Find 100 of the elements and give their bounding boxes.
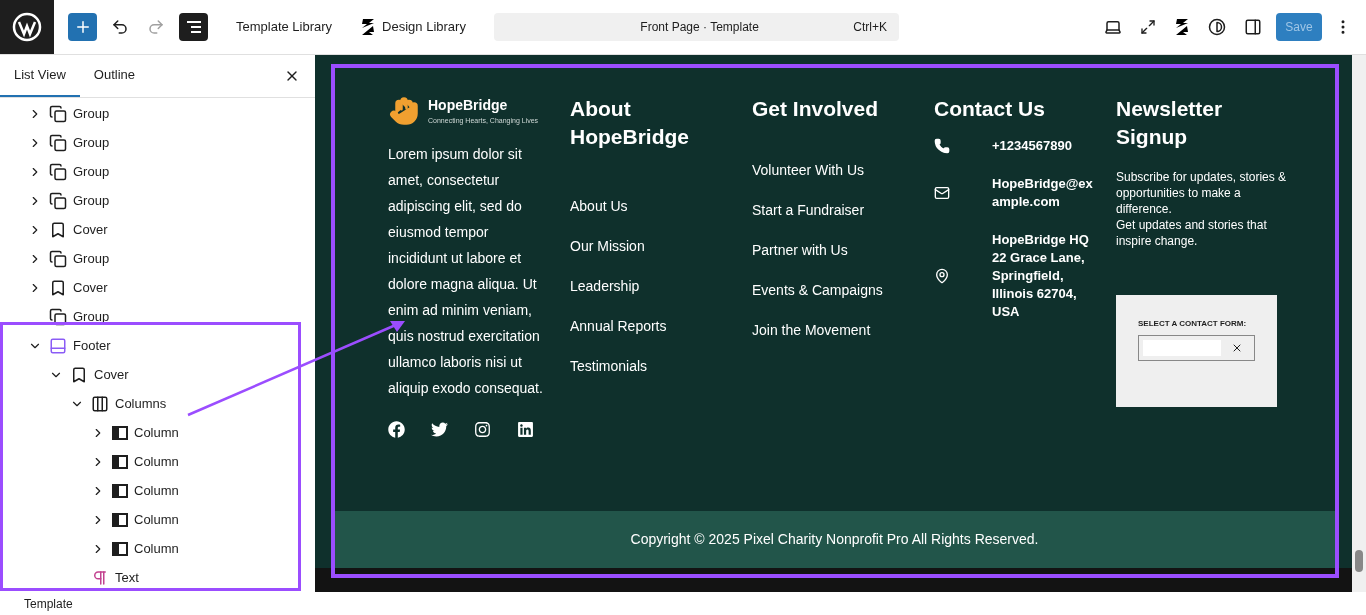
- list-view-item[interactable]: Column: [19, 447, 315, 476]
- footer-link[interactable]: Volunteer With Us: [752, 160, 934, 181]
- footer-link[interactable]: Testimonials: [570, 356, 752, 377]
- block-label: Column: [134, 452, 179, 471]
- map-pin-icon: [934, 268, 950, 284]
- contact-text: +1234567890: [992, 137, 1073, 155]
- clear-icon[interactable]: [1231, 342, 1243, 354]
- cover-block-icon: [49, 278, 67, 297]
- cover-block-icon: [70, 365, 88, 384]
- group-block-icon: [49, 191, 67, 210]
- column-block-icon: [112, 483, 128, 498]
- column-block-icon: [112, 425, 128, 440]
- brand-name: HopeBridge: [428, 96, 509, 115]
- block-label: Cover: [73, 220, 108, 239]
- form-select-field[interactable]: [1138, 335, 1255, 361]
- spectra-icon: [1174, 18, 1190, 36]
- group-block-icon: [49, 162, 67, 181]
- device-preview-icon[interactable]: [1104, 18, 1122, 36]
- list-view-item[interactable]: Columns: [19, 389, 315, 418]
- list-view-item[interactable]: Column: [19, 534, 315, 563]
- list-view-item[interactable]: Group: [19, 186, 315, 215]
- footer-link[interactable]: Leadership: [570, 276, 752, 297]
- block-label: Group: [73, 162, 110, 181]
- group-block-icon: [49, 104, 67, 123]
- block-label: Group: [73, 191, 110, 210]
- newsletter-text: Get updates and stories that inspire change.: [1116, 217, 1268, 249]
- footer-block-icon: [49, 336, 67, 355]
- group-block-icon: [49, 249, 67, 268]
- list-view-item[interactable]: Column: [19, 476, 315, 505]
- redo-icon[interactable]: [147, 18, 165, 36]
- block-label: Column: [134, 423, 179, 442]
- toolbar-link[interactable]: Design Library: [382, 17, 466, 37]
- list-view-item[interactable]: Text: [19, 563, 315, 592]
- list-view-item[interactable]: Group: [19, 157, 315, 186]
- column-block-icon: [112, 454, 128, 469]
- instagram-icon[interactable]: [474, 420, 491, 438]
- footer-link[interactable]: Start a Fundraiser: [752, 200, 934, 221]
- scrollbar[interactable]: [1352, 55, 1366, 592]
- block-label: Group: [73, 249, 110, 268]
- breadcrumb[interactable]: Template: [24, 595, 315, 613]
- contact-text: HopeBridge HQ 22 Grace Lane, Springfield, Illinois 62704, USA: [992, 231, 1090, 321]
- about-paragraph: Lorem ipsum dolor sit amet, consectetur adipiscing elit, sed do eiusmod tempor incididunt ut labore et dolore magna aliqua. Ut enim ad minim veniam, quis nostrud exercitation ullamco laboris nisi ut aliquip exodo consequat.: [388, 144, 544, 398]
- footer-link[interactable]: Our Mission: [570, 236, 752, 257]
- block-label: Footer: [73, 336, 111, 355]
- block-label: Group: [73, 133, 110, 152]
- paragraph-block-icon: [91, 568, 109, 587]
- block-label: Columns: [115, 394, 167, 413]
- copyright-text: Copyright © 2025 Pixel Charity Nonprofit Pro All Rights Reserved.: [630, 530, 1039, 549]
- list-view-item[interactable]: Cover: [19, 215, 315, 244]
- column-heading: About HopeBridge: [570, 96, 690, 150]
- block-label: Group: [73, 307, 110, 326]
- expand-icon[interactable]: [1140, 19, 1156, 35]
- group-block-icon: [49, 133, 67, 152]
- block-label: Cover: [94, 365, 129, 384]
- wordpress-logo[interactable]: [0, 0, 54, 54]
- list-view-item[interactable]: Column: [19, 418, 315, 447]
- block-label: Cover: [73, 278, 108, 297]
- document-overview-button[interactable]: [179, 13, 208, 41]
- list-view-item[interactable]: Footer: [19, 331, 315, 360]
- twitter-icon[interactable]: [431, 420, 448, 438]
- add-block-button[interactable]: [68, 13, 97, 41]
- list-view-item[interactable]: Cover: [19, 273, 315, 302]
- block-label: Column: [134, 539, 179, 558]
- contact-text: HopeBridge@example.com: [992, 175, 1094, 211]
- styles-icon[interactable]: [1208, 18, 1226, 36]
- column-block-icon: [112, 512, 128, 527]
- form-select-label: SELECT A CONTACT FORM:: [1138, 318, 1248, 330]
- column-heading: Contact Us: [934, 96, 1046, 122]
- footer-link[interactable]: Partner with Us: [752, 240, 934, 261]
- list-view-item[interactable]: Group: [19, 302, 315, 331]
- mail-icon: [934, 185, 950, 201]
- design-library-icon: [360, 18, 377, 36]
- list-view-item[interactable]: Group: [19, 99, 315, 128]
- toolbar-link[interactable]: Template Library: [236, 17, 333, 37]
- panel-tab[interactable]: Outline: [79, 55, 149, 97]
- undo-icon[interactable]: [111, 18, 129, 36]
- block-label: Column: [134, 510, 179, 529]
- phone-icon: [934, 138, 950, 154]
- newsletter-text: Subscribe for updates, stories & opportunities to make a difference.: [1116, 169, 1288, 217]
- column-block-icon: [112, 541, 128, 556]
- footer-link[interactable]: Events & Campaigns: [752, 280, 934, 301]
- panel-tab[interactable]: List View: [0, 55, 80, 97]
- block-label: Column: [134, 481, 179, 500]
- column-heading: Get Involved: [752, 96, 880, 122]
- list-view-item[interactable]: Group: [19, 244, 315, 273]
- footer-link[interactable]: Join the Movement: [752, 320, 934, 341]
- block-label: Group: [73, 104, 110, 123]
- block-label: Text: [115, 568, 139, 587]
- column-heading: Newsletter Signup: [1116, 96, 1224, 150]
- facebook-icon[interactable]: [388, 420, 405, 438]
- settings-icon[interactable]: [1244, 18, 1262, 36]
- footer-link[interactable]: About Us: [570, 196, 752, 217]
- columns-block-icon: [91, 394, 109, 413]
- list-view-item[interactable]: Group: [19, 128, 315, 157]
- list-view-item[interactable]: Cover: [19, 360, 315, 389]
- linkedin-icon[interactable]: [517, 420, 534, 438]
- cover-block-icon: [49, 220, 67, 239]
- footer-link[interactable]: Annual Reports: [570, 316, 752, 337]
- command-palette-field[interactable]: Front Page · Template Ctrl+K: [493, 13, 899, 41]
- list-view-item[interactable]: Column: [19, 505, 315, 534]
